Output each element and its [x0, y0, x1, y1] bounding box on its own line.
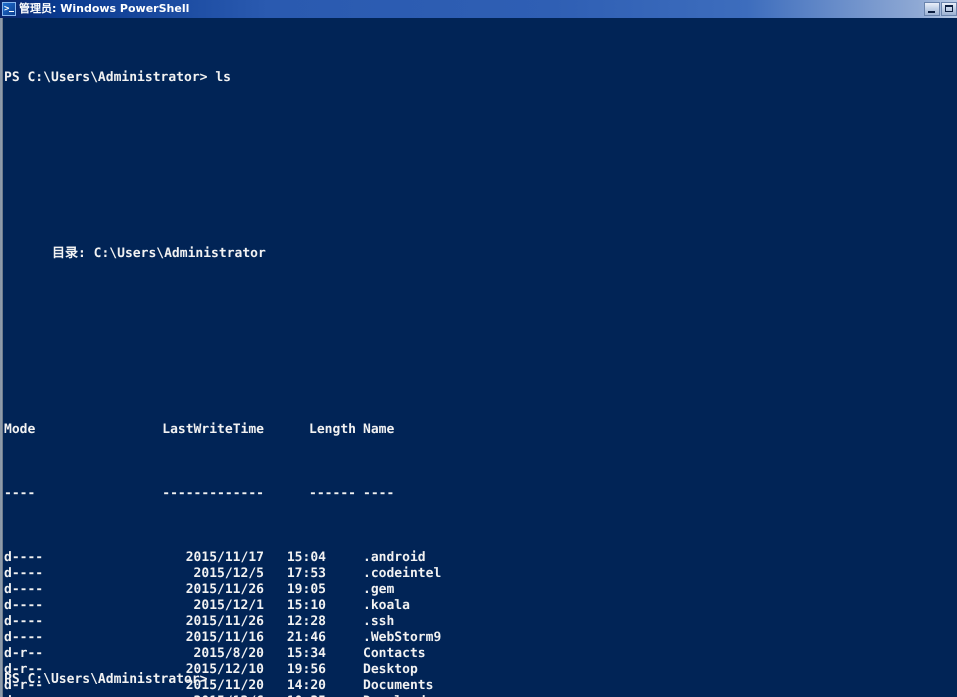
cell-lastwritetime-date: 2015/11/16	[185, 630, 264, 645]
column-rule-mode: ----	[4, 486, 36, 501]
cell-name: .koala	[363, 598, 410, 613]
cell-lastwritetime-date: 2015/12/1	[193, 598, 264, 613]
cell-mode: d----	[4, 550, 44, 565]
cell-lastwritetime-time: 12:28	[286, 614, 326, 629]
column-header-lastwritetime: LastWriteTime	[162, 422, 264, 437]
cell-name: Contacts	[363, 646, 426, 661]
column-rule-name: ----	[363, 486, 395, 501]
cell-lastwritetime-time: 21:46	[286, 630, 326, 645]
cell-lastwritetime-date: 2015/11/26	[185, 614, 264, 629]
console-text: PS C:\Users\Administrator> ls 目录: C:\Use…	[4, 22, 954, 697]
command-prompt-line: PS C:\Users\Administrator> ls	[4, 70, 954, 86]
cell-name: .gem	[363, 582, 395, 597]
directory-header-text: 目录: C:\Users\Administrator	[52, 246, 266, 261]
window-title: 管理员: Windows PowerShell	[19, 2, 190, 15]
cell-lastwritetime-date: 2015/12/5	[193, 566, 264, 581]
cell-mode: d----	[4, 582, 44, 597]
bottom-prompt-line[interactable]: PS C:\Users\Administrator>	[4, 672, 208, 688]
console-output-area[interactable]: PS C:\Users\Administrator> ls 目录: C:\Use…	[0, 18, 957, 697]
cell-lastwritetime-time: 17:53	[286, 566, 326, 581]
column-header-row: Mode LastWriteTime Length Name	[4, 422, 954, 438]
cell-mode: d----	[4, 614, 44, 629]
window-controls	[923, 0, 957, 18]
column-header-mode: Mode	[4, 422, 36, 437]
table-row: d---- 2015/11/26 19:05 .gem	[4, 582, 954, 598]
cell-mode: d----	[4, 630, 44, 645]
directory-header-line: 目录: C:\Users\Administrator	[4, 246, 954, 262]
maximize-button[interactable]	[941, 2, 957, 16]
column-rule-lastwritetime: -------------	[162, 486, 264, 501]
window-left-border	[0, 18, 3, 697]
column-header-length: Length	[309, 422, 356, 437]
cell-name: Documents	[363, 678, 434, 693]
cell-lastwritetime-time: 15:10	[286, 598, 326, 613]
cell-lastwritetime-date: 2015/11/17	[185, 550, 264, 565]
cell-lastwritetime-time: 15:04	[286, 550, 326, 565]
cell-mode: d----	[4, 566, 44, 581]
table-row: d---- 2015/12/5 17:53 .codeintel	[4, 566, 954, 582]
cell-name: .codeintel	[363, 566, 442, 581]
cell-lastwritetime-time: 19:56	[286, 662, 326, 677]
cell-mode: d-r--	[4, 646, 44, 661]
column-rule-length: ------	[309, 486, 356, 501]
cell-lastwritetime-time: 19:05	[286, 582, 326, 597]
powershell-window: 管理员: Windows PowerShell PS C:\Users\Admi…	[0, 0, 957, 697]
powershell-icon[interactable]	[2, 2, 16, 16]
title-bar-left: 管理员: Windows PowerShell	[0, 0, 189, 18]
minimize-icon	[928, 11, 935, 13]
cell-name: .ssh	[363, 614, 395, 629]
minimize-button[interactable]	[924, 2, 940, 16]
table-row: d---- 2015/12/1 15:10 .koala	[4, 598, 954, 614]
table-row: d---- 2015/11/17 15:04 .android	[4, 550, 954, 566]
cell-name: .WebStorm9	[363, 630, 442, 645]
table-row: d---- 2015/11/16 21:46 .WebStorm9	[4, 630, 954, 646]
bottom-prompt-text: PS C:\Users\Administrator>	[4, 672, 208, 687]
cell-lastwritetime-time: 14:20	[286, 678, 326, 693]
cell-mode: d----	[4, 598, 44, 613]
cell-lastwritetime-date: 2015/11/26	[185, 582, 264, 597]
cell-lastwritetime-date: 2015/8/20	[193, 646, 264, 661]
column-rule-row: ---- ------------- ------ ----	[4, 486, 954, 502]
table-row: d---- 2015/11/26 12:28 .ssh	[4, 614, 954, 630]
cell-name: Desktop	[363, 662, 418, 677]
column-header-name: Name	[363, 422, 395, 437]
cell-name: .android	[363, 550, 426, 565]
maximize-icon	[945, 5, 953, 12]
cell-lastwritetime-time: 15:34	[286, 646, 326, 661]
title-bar[interactable]: 管理员: Windows PowerShell	[0, 0, 957, 18]
command-line-text: PS C:\Users\Administrator> ls	[4, 70, 231, 85]
table-row: d-r-- 2015/8/20 15:34 Contacts	[4, 646, 954, 662]
